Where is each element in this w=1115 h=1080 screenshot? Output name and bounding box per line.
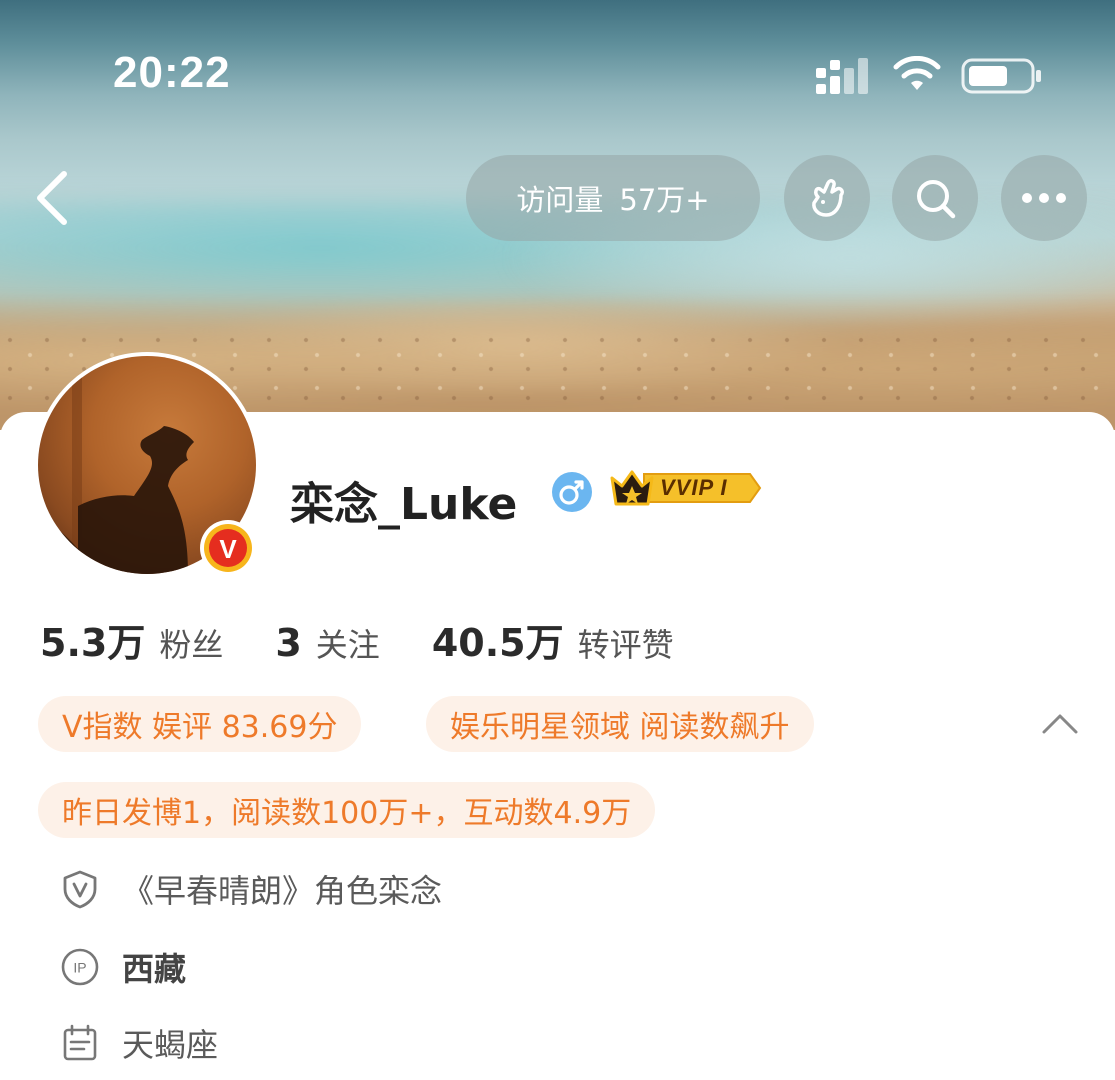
ip-location-text: 西藏 — [122, 950, 187, 988]
stat-value: 5.3万 — [40, 621, 146, 665]
status-bar-time: 20:22 — [113, 48, 231, 97]
stat-value: 40.5万 — [431, 621, 564, 665]
svg-text:V: V — [219, 534, 237, 564]
v-index-tag[interactable]: V指数 娱评 83.69分 — [38, 696, 362, 752]
battery-icon — [961, 58, 1041, 94]
chevron-up-icon[interactable] — [1040, 710, 1080, 740]
stat-label: 关注 — [315, 626, 380, 664]
zodiac-row: 天蝎座 — [60, 1020, 218, 1066]
search-icon — [917, 180, 956, 219]
visits-label: 访问量 — [516, 183, 604, 217]
greeting-hand-button[interactable] — [784, 155, 870, 241]
visits-value: 57万+ — [619, 183, 710, 217]
yesterday-stats-tag[interactable]: 昨日发博1，阅读数100万+，互动数4.9万 — [38, 782, 656, 838]
shield-v-icon — [60, 869, 100, 909]
stat-followers[interactable]: 5.3万 粉丝 — [40, 612, 223, 667]
profile-username: 栾念_Luke — [290, 479, 518, 530]
more-dots-icon — [1022, 193, 1066, 203]
verification-text: 《早春晴朗》角色栾念 — [122, 872, 443, 910]
ip-location-row: IP 西藏 — [60, 944, 186, 990]
hand-heart-icon — [812, 179, 844, 217]
verification-row: 《早春晴朗》角色栾念 — [60, 866, 442, 912]
back-chevron-icon[interactable] — [28, 166, 78, 230]
search-button[interactable] — [892, 155, 978, 241]
stat-interactions[interactable]: 40.5万 转评赞 — [432, 612, 674, 667]
stat-label: 粉丝 — [159, 626, 224, 664]
wifi-icon — [893, 56, 941, 90]
visits-count-button[interactable]: 访问量 57万+ — [466, 155, 760, 241]
calendar-icon — [60, 1023, 100, 1063]
vvip-label: VVIP I — [660, 475, 728, 500]
more-options-button[interactable] — [1001, 155, 1087, 241]
vvip-badge[interactable]: VVIP I — [610, 466, 762, 510]
domain-trend-tag[interactable]: 娱乐明星领域 阅读数飙升 — [426, 696, 814, 752]
stat-following[interactable]: 3 关注 — [275, 620, 379, 666]
stat-value: 3 — [275, 621, 302, 665]
svg-text:IP: IP — [73, 960, 86, 976]
stat-label: 转评赞 — [577, 626, 674, 664]
profile-stats: 5.3万 粉丝 3 关注 40.5万 转评赞 — [40, 612, 674, 667]
male-gender-icon — [552, 472, 592, 512]
ip-location-icon: IP — [60, 947, 100, 987]
verified-v-badge-icon: V — [200, 520, 256, 576]
cellular-signal-icon — [816, 58, 868, 94]
zodiac-text: 天蝎座 — [122, 1026, 219, 1064]
